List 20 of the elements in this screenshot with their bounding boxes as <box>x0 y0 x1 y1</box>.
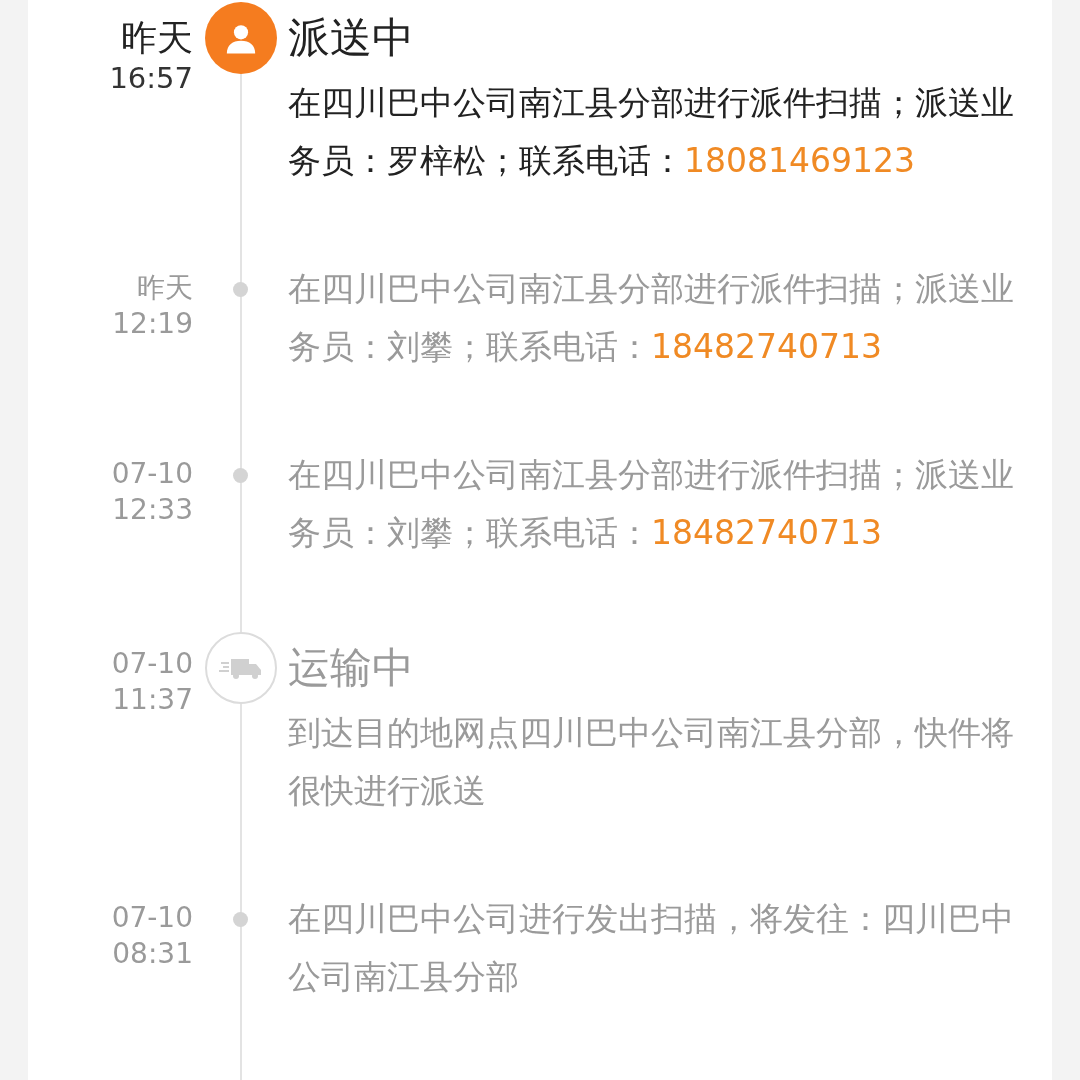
time-label: 16:57 <box>109 60 193 96</box>
phone-link[interactable]: 18482740713 <box>651 327 882 366</box>
event-description: 在四川巴中公司南江县分部进行派件扫描；派送业务员：刘攀；联系电话：18482740713 <box>288 268 1015 368</box>
date-label: 07-10 <box>111 456 193 492</box>
time-label: 12:33 <box>112 492 193 528</box>
event-description: 在四川巴中公司南江县分部进行派件扫描；派送业务员：罗梓松；联系电话：18081469123 <box>288 82 1015 182</box>
event-description: 在四川巴中公司南江县分部进行派件扫描；派送业务员：刘攀；联系电话：18482740713 <box>288 454 1015 554</box>
time-label: 12:19 <box>112 306 193 342</box>
date-label: 昨天 <box>137 270 193 306</box>
status-title: 运输中 <box>288 642 415 694</box>
date-label: 07-10 <box>111 900 193 936</box>
status-title: 派送中 <box>288 12 415 64</box>
date-label: 昨天 <box>121 16 193 60</box>
phone-link[interactable]: 18081469123 <box>684 141 915 180</box>
time-label: 08:31 <box>112 936 193 972</box>
time-label: 11:37 <box>112 682 193 718</box>
event-description: 在四川巴中公司进行发出扫描，将发往：四川巴中公司南江县分部 <box>288 898 1015 998</box>
event-description: 到达目的地网点四川巴中公司南江县分部，快件将很快进行派送 <box>288 712 1015 812</box>
date-label: 07-10 <box>111 646 193 682</box>
phone-link[interactable]: 18482740713 <box>651 513 882 552</box>
